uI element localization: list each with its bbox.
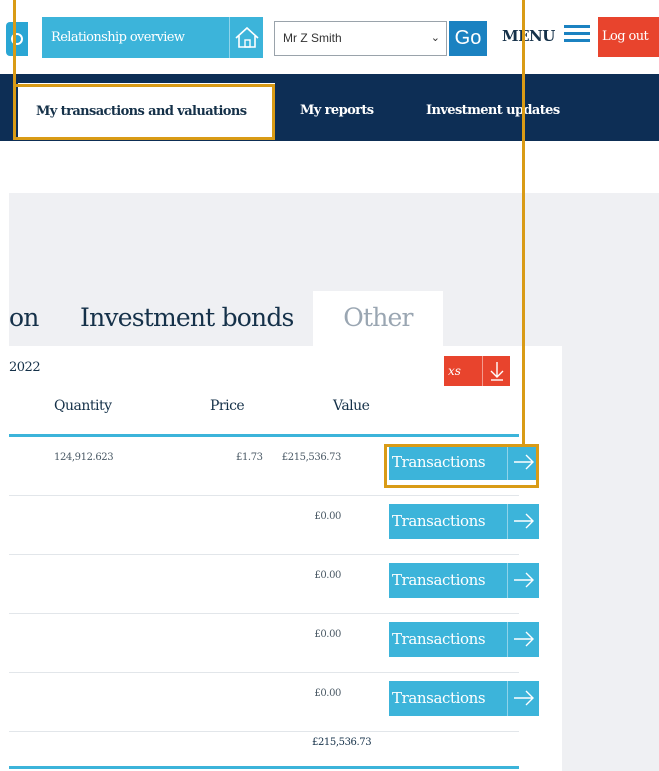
export-label: xs — [448, 364, 461, 378]
column-header-price: Price — [210, 398, 245, 414]
home-icon — [235, 26, 259, 48]
table-row: £0.00 Transactions — [9, 496, 539, 555]
highlight-box-nav — [13, 84, 275, 140]
arrow-right-icon — [507, 504, 539, 539]
highlight-box-transactions — [384, 444, 539, 488]
arrow-right-icon — [507, 681, 539, 716]
highlight-connector — [13, 0, 16, 86]
value-cell: £0.00 — [314, 629, 341, 640]
menu-label[interactable]: MENU — [502, 27, 555, 45]
table-row: £0.00 Transactions — [9, 614, 539, 673]
export-button[interactable]: xs — [444, 356, 510, 386]
column-header-value: Value — [333, 398, 370, 414]
transactions-label: Transactions — [392, 689, 486, 707]
value-cell: £0.00 — [314, 688, 341, 699]
client-select[interactable]: Mr Z Smith ⌄ — [274, 21, 447, 56]
tab-investment-bonds[interactable]: Investment bonds — [80, 291, 294, 346]
go-button[interactable]: Go — [449, 21, 487, 56]
logout-button[interactable]: Log out — [598, 17, 659, 57]
total-row: £215,536.73 — [9, 729, 519, 769]
transactions-button[interactable]: Transactions — [389, 563, 539, 598]
tab-partial[interactable]: on — [9, 291, 39, 346]
total-value: £215,536.73 — [312, 737, 372, 748]
top-header: Relationship overview Mr Z Smith ⌄ Go ME… — [0, 0, 659, 74]
highlight-connector — [522, 0, 525, 447]
value-cell: £0.00 — [314, 570, 341, 581]
value-cell: £0.00 — [314, 511, 341, 522]
transactions-button[interactable]: Transactions — [389, 504, 539, 539]
nav-my-reports[interactable]: My reports — [300, 74, 374, 141]
tab-other[interactable]: Other — [313, 291, 443, 346]
column-header-quantity: Quantity — [54, 398, 112, 414]
transactions-label: Transactions — [392, 630, 486, 648]
page-banner — [0, 141, 659, 193]
download-icon — [482, 356, 510, 386]
transactions-label: Transactions — [392, 512, 486, 530]
logo-icon — [6, 22, 28, 56]
chevron-down-icon: ⌄ — [430, 32, 440, 44]
transactions-label: Transactions — [392, 571, 486, 589]
transactions-button[interactable]: Transactions — [389, 681, 539, 716]
client-select-value: Mr Z Smith — [283, 31, 342, 45]
table-row: £0.00 Transactions — [9, 555, 539, 614]
quantity-cell: 124,912.623 — [54, 452, 114, 463]
table-row: £0.00 Transactions — [9, 673, 539, 732]
nav-investment-updates[interactable]: Investment updates — [426, 74, 560, 141]
holdings-panel: 2022 xs Quantity Price Value 124,912.623… — [9, 346, 562, 771]
relationship-overview-button[interactable]: Relationship overview — [42, 17, 229, 58]
arrow-right-icon — [507, 622, 539, 657]
hamburger-menu-icon[interactable] — [564, 25, 590, 49]
arrow-right-icon — [507, 563, 539, 598]
valuation-date: 2022 — [9, 360, 41, 375]
transactions-button[interactable]: Transactions — [389, 622, 539, 657]
home-button[interactable] — [229, 17, 263, 58]
price-cell: £1.73 — [236, 452, 263, 463]
value-cell: £215,536.73 — [281, 452, 342, 463]
